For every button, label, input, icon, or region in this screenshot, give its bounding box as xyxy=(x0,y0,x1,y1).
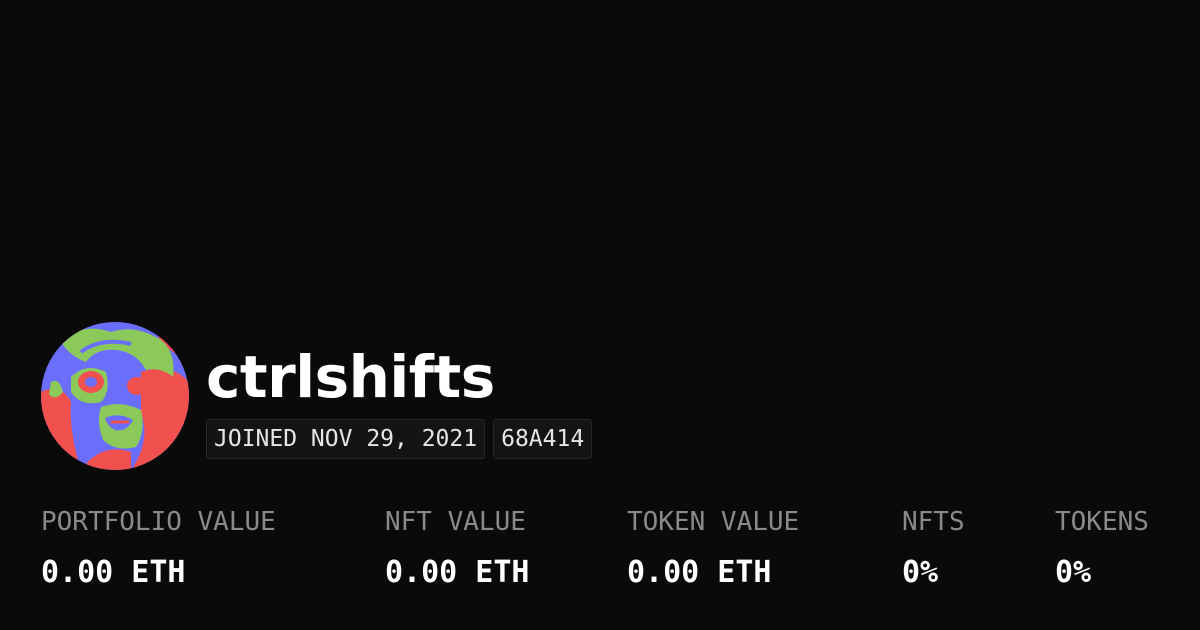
stat-token-value: TOKEN VALUE 0.00 ETH xyxy=(627,505,799,592)
stat-label: TOKEN VALUE xyxy=(627,507,800,537)
joined-date-badge: JOINED NOV 29, 2021 xyxy=(206,419,486,459)
avatar-image xyxy=(41,322,189,470)
stat-label: NFTS xyxy=(902,507,965,537)
stat-value: 0% xyxy=(1055,555,1092,590)
stat-nft-value: NFT VALUE 0.00 ETH xyxy=(385,505,530,592)
stat-tokens: TOKENS 0% xyxy=(1055,505,1149,592)
stat-value: 0.00 ETH xyxy=(41,555,186,590)
stat-label: TOKENS xyxy=(1055,507,1149,537)
stat-portfolio-value: PORTFOLIO VALUE 0.00 ETH xyxy=(41,505,276,592)
username: ctrlshifts xyxy=(206,343,495,411)
stat-value: 0.00 ETH xyxy=(385,555,530,590)
stat-value: 0.00 ETH xyxy=(627,555,772,590)
avatar xyxy=(41,322,189,470)
address-badge[interactable]: 68A414 xyxy=(493,419,593,459)
stat-nfts: NFTS 0% xyxy=(902,505,965,592)
stat-label: PORTFOLIO VALUE xyxy=(41,507,276,537)
profile-card: ctrlshifts JOINED NOV 29, 2021 68A414 PO… xyxy=(0,0,1200,630)
badge-row: JOINED NOV 29, 2021 68A414 xyxy=(206,419,593,459)
stat-label: NFT VALUE xyxy=(385,507,526,537)
stat-value: 0% xyxy=(902,555,939,590)
